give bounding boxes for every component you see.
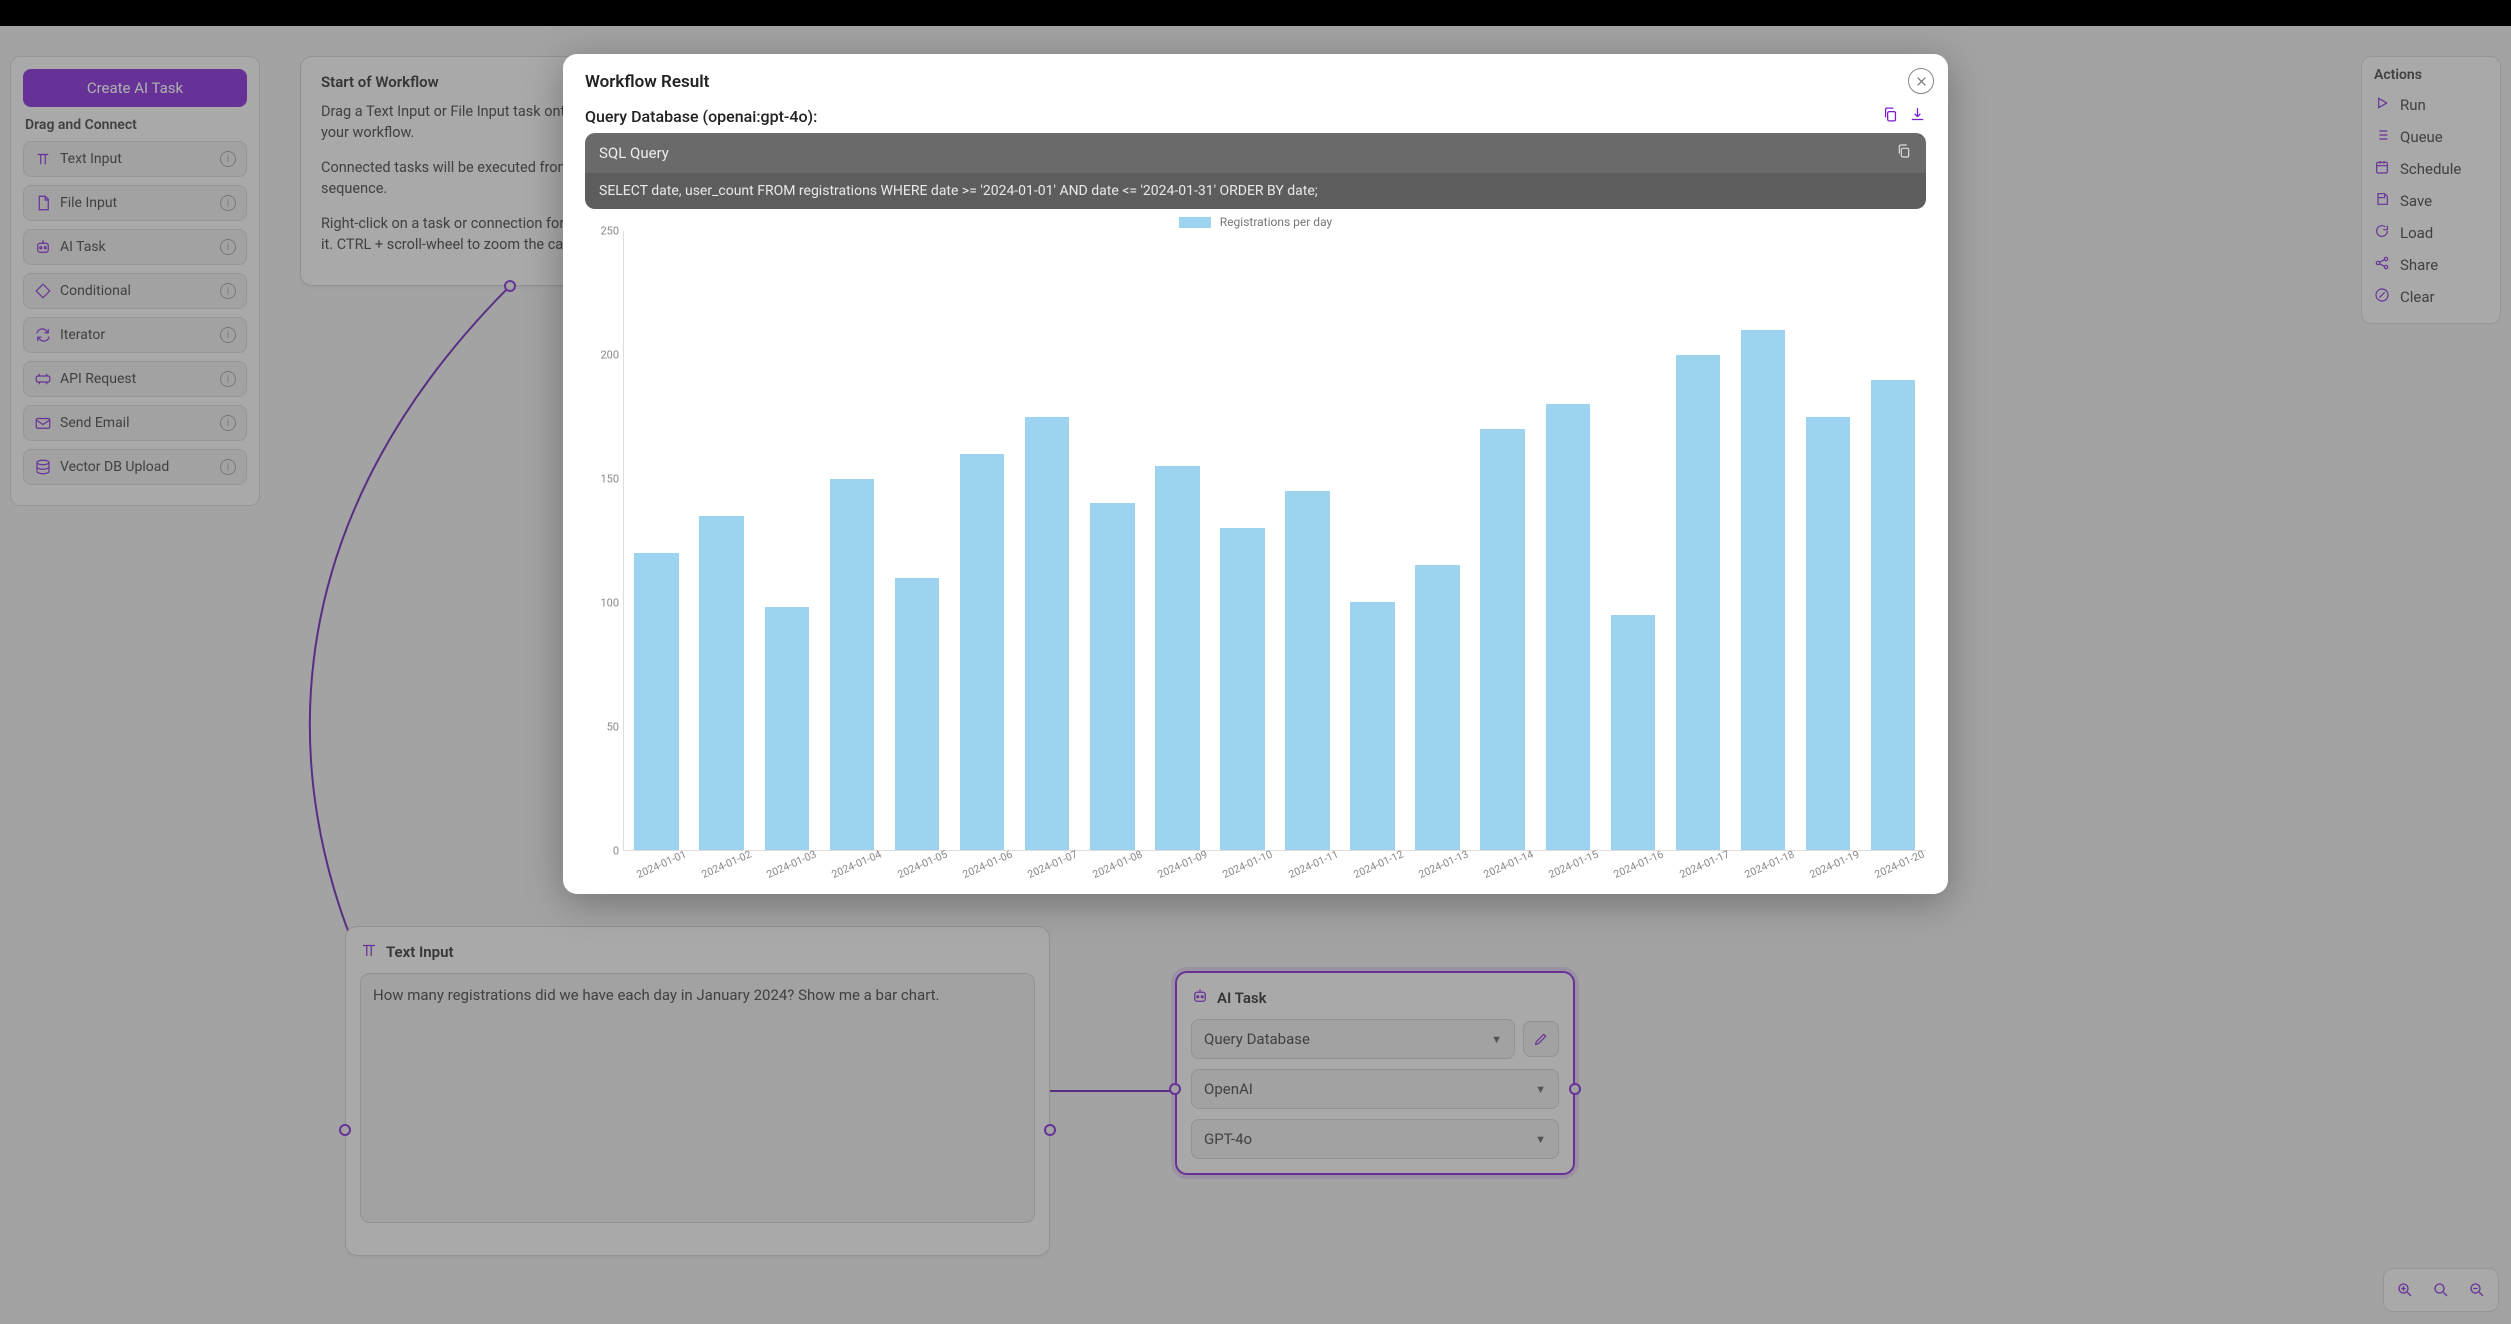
modal-title: Workflow Result — [585, 72, 1926, 92]
chart-bar[interactable] — [1741, 330, 1786, 850]
copy-result-button[interactable] — [1882, 106, 1899, 127]
sql-query-block: SQL Query SELECT date, user_count FROM r… — [585, 133, 1926, 209]
result-chart: Registrations per day 0 50 100 150 200 250 20… — [585, 215, 1926, 872]
chart-bar[interactable] — [1480, 429, 1525, 850]
chart-y-axis: 050100150200250 — [585, 231, 623, 851]
workflow-result-modal: Workflow Result Query Database (openai:g… — [563, 54, 1948, 894]
sql-body[interactable]: SELECT date, user_count FROM registratio… — [585, 173, 1926, 209]
chart-plot-area — [623, 231, 1926, 851]
chart-bar[interactable] — [1285, 491, 1330, 850]
chart-bar[interactable] — [1806, 417, 1851, 850]
chart-bar[interactable] — [1676, 355, 1721, 850]
y-tick: 250 — [600, 225, 619, 238]
result-heading: Query Database (openai:gpt-4o): — [585, 107, 817, 126]
modal-overlay[interactable]: Workflow Result Query Database (openai:g… — [0, 26, 2511, 1324]
chart-legend: Registrations per day — [585, 215, 1926, 229]
chart-bar[interactable] — [1025, 417, 1070, 850]
chart-bar[interactable] — [895, 578, 940, 850]
chart-bar[interactable] — [1415, 565, 1460, 850]
chart-x-axis: 2024-01-012024-01-022024-01-032024-01-04… — [585, 851, 1926, 872]
sql-heading: SQL Query — [599, 144, 669, 162]
chart-bar[interactable] — [1546, 404, 1591, 850]
y-tick: 50 — [607, 721, 619, 734]
app-topbar — [0, 0, 2511, 26]
copy-sql-button[interactable] — [1896, 143, 1912, 163]
chart-bar[interactable] — [634, 553, 679, 850]
chart-bar[interactable] — [1090, 503, 1135, 850]
chart-bar[interactable] — [830, 479, 875, 850]
chart-bar[interactable] — [960, 454, 1005, 850]
legend-swatch — [1179, 217, 1211, 228]
legend-label: Registrations per day — [1220, 215, 1332, 229]
y-tick: 150 — [600, 473, 619, 486]
y-tick: 100 — [600, 597, 619, 610]
y-tick: 0 — [613, 845, 619, 858]
chart-bar[interactable] — [1350, 602, 1395, 850]
chart-bar[interactable] — [765, 607, 810, 850]
app-main: Start of Workflow Drag a Text Input or F… — [0, 26, 2511, 1324]
close-button[interactable] — [1908, 68, 1934, 94]
chart-bar[interactable] — [1155, 466, 1200, 850]
y-tick: 200 — [600, 349, 619, 362]
chart-bar[interactable] — [1611, 615, 1656, 850]
download-result-button[interactable] — [1909, 106, 1926, 127]
chart-bar[interactable] — [1220, 528, 1265, 850]
chart-bar[interactable] — [1871, 380, 1916, 850]
chart-bar[interactable] — [699, 516, 744, 850]
